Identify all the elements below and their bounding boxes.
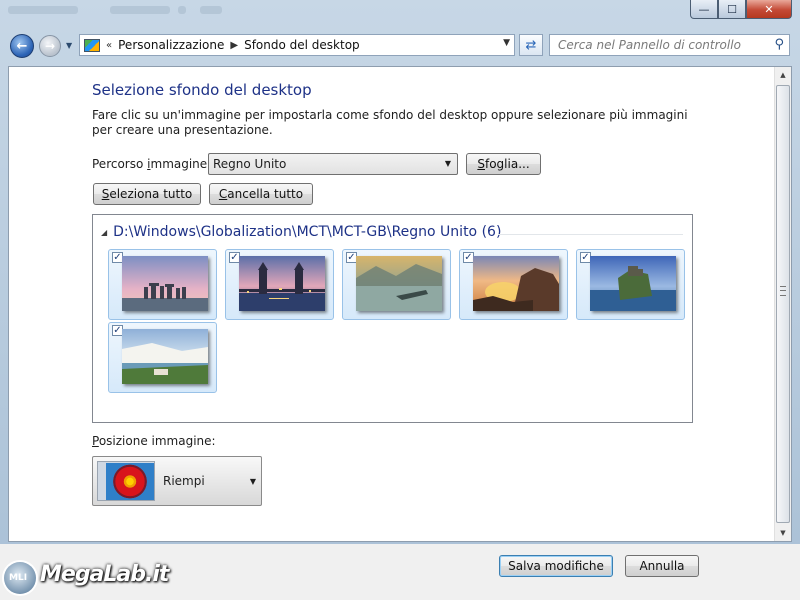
select-all-label: eleziona tutto xyxy=(109,187,193,201)
browse-button[interactable]: Sfoglia... xyxy=(466,153,541,175)
close-icon: ✕ xyxy=(764,2,774,16)
wallpaper-gallery: ◢ D:\Windows\Globalization\MCT\MCT-GB\Re… xyxy=(92,214,693,423)
wallpaper-thumbnail-lake-district xyxy=(356,256,442,311)
clear-all-button[interactable]: Cancella tutto xyxy=(209,183,313,205)
address-bar[interactable]: « Personalizzazione ▶ Sfondo del desktop… xyxy=(79,34,515,56)
breadcrumb-personalizzazione[interactable]: Personalizzazione xyxy=(118,38,224,52)
clear-all-accel: C xyxy=(218,187,228,201)
megalab-logo-icon: MLI xyxy=(4,562,36,594)
wallpaper-tile-lake-district[interactable]: ✓ xyxy=(342,249,451,320)
arrow-right-icon: → xyxy=(44,39,56,53)
browse-accel: S xyxy=(477,157,485,171)
wallpaper-thumbnail-castle-cliff xyxy=(590,256,676,311)
forward-button[interactable]: → xyxy=(39,35,61,57)
position-label-accel: P xyxy=(92,434,99,448)
image-path-value: Regno Unito xyxy=(213,157,287,171)
scroll-down-icon[interactable]: ▼ xyxy=(775,525,791,541)
maximize-icon: ☐ xyxy=(727,2,737,16)
wallpaper-thumbnail-tower-bridge xyxy=(239,256,325,311)
breadcrumb-sfondo-desktop[interactable]: Sfondo del desktop xyxy=(244,38,360,52)
image-path-select[interactable]: Regno Unito ▼ xyxy=(208,153,458,175)
control-panel-icon xyxy=(84,38,100,52)
flower-thumbnail xyxy=(106,463,154,500)
page-title: Selezione sfondo del desktop xyxy=(92,81,312,99)
wallpaper-tile-white-cliffs[interactable]: ✓ xyxy=(108,322,217,393)
wallpaper-thumbnail-stonehenge xyxy=(122,256,208,311)
position-preview-image xyxy=(97,461,155,501)
chevron-down-icon: ▼ xyxy=(66,41,73,50)
maximize-button[interactable]: ☐ xyxy=(718,0,746,19)
arrow-left-icon: ← xyxy=(16,38,28,54)
chevron-double-left-icon[interactable]: « xyxy=(106,40,112,51)
wallpaper-tile-tower-bridge[interactable]: ✓ xyxy=(225,249,334,320)
address-dropdown-icon[interactable]: ▼ xyxy=(503,38,510,48)
browse-label: foglia... xyxy=(484,157,530,171)
gallery-group-title: D:\Windows\Globalization\MCT\MCT-GB\Regn… xyxy=(113,224,502,240)
collapse-triangle-icon[interactable]: ◢ xyxy=(101,228,107,237)
title-bar: — ☐ ✕ xyxy=(0,0,800,26)
close-button[interactable]: ✕ xyxy=(746,0,792,19)
background-window-blur xyxy=(0,0,300,20)
select-all-accel: S xyxy=(101,187,110,201)
chevron-down-icon: ▼ xyxy=(249,477,256,486)
content-pane: Selezione sfondo del desktop Fare clic s… xyxy=(8,66,792,542)
wallpaper-thumbnail-white-cliffs xyxy=(122,329,208,384)
save-changes-button[interactable]: Salva modifiche xyxy=(499,555,613,577)
grip-icon xyxy=(780,286,786,296)
scroll-thumb[interactable] xyxy=(776,85,790,523)
recent-pages-dropdown[interactable]: ▼ xyxy=(66,41,72,50)
position-label-text: osizione immagine: xyxy=(98,434,216,448)
megalab-watermark: MLI MegaLab.it xyxy=(0,552,190,600)
wallpaper-tile-castle-cliff[interactable]: ✓ xyxy=(576,249,685,320)
chevron-down-icon: ▼ xyxy=(444,159,451,168)
watermark-text: MegaLab.it xyxy=(40,562,169,587)
search-icon[interactable]: ⚲ xyxy=(774,37,784,52)
picture-position-value: Riempi xyxy=(163,474,205,488)
select-all-button[interactable]: Seleziona tutto xyxy=(93,183,201,205)
picture-position-select[interactable]: Riempi ▼ xyxy=(92,456,262,506)
wallpaper-thumbnail-coastal-rocks xyxy=(473,256,559,311)
watermark-badge: MLI xyxy=(9,573,28,583)
refresh-button[interactable]: ⇄ xyxy=(519,34,543,56)
scroll-up-icon[interactable]: ▲ xyxy=(775,67,791,83)
page-description: Fare clic su un'immagine per impostarla … xyxy=(92,108,688,137)
cancel-button[interactable]: Annulla xyxy=(625,555,699,577)
group-divider xyxy=(498,234,683,235)
gallery-group-header[interactable]: ◢ D:\Windows\Globalization\MCT\MCT-GB\Re… xyxy=(101,224,501,240)
clear-all-label: ancella tutto xyxy=(227,187,304,201)
minimize-button[interactable]: — xyxy=(690,0,718,19)
search-box[interactable]: Cerca nel Pannello di controllo ⚲ xyxy=(549,34,790,56)
vertical-scrollbar[interactable]: ▲ ▼ xyxy=(774,67,791,541)
image-path-label: Percorso immagine: xyxy=(92,157,211,171)
wallpaper-tile-coastal-rocks[interactable]: ✓ xyxy=(459,249,568,320)
minimize-icon: — xyxy=(698,2,710,16)
breadcrumb-arrow-icon[interactable]: ▶ xyxy=(230,40,238,51)
back-button[interactable]: ← xyxy=(10,34,34,58)
search-input[interactable]: Cerca nel Pannello di controllo xyxy=(558,38,741,52)
path-label-part: mmagine: xyxy=(150,157,212,171)
refresh-icon: ⇄ xyxy=(525,37,537,53)
path-label-part: Percorso xyxy=(92,157,148,171)
caption-buttons: — ☐ ✕ xyxy=(690,0,792,19)
wallpaper-tile-stonehenge[interactable]: ✓ xyxy=(108,249,217,320)
picture-position-label: Posizione immagine: xyxy=(92,434,216,448)
control-panel-window: — ☐ ✕ ← → ▼ « Personalizzazione ▶ Sfondo… xyxy=(0,0,800,600)
address-toolbar: ← → ▼ « Personalizzazione ▶ Sfondo del d… xyxy=(0,30,800,62)
